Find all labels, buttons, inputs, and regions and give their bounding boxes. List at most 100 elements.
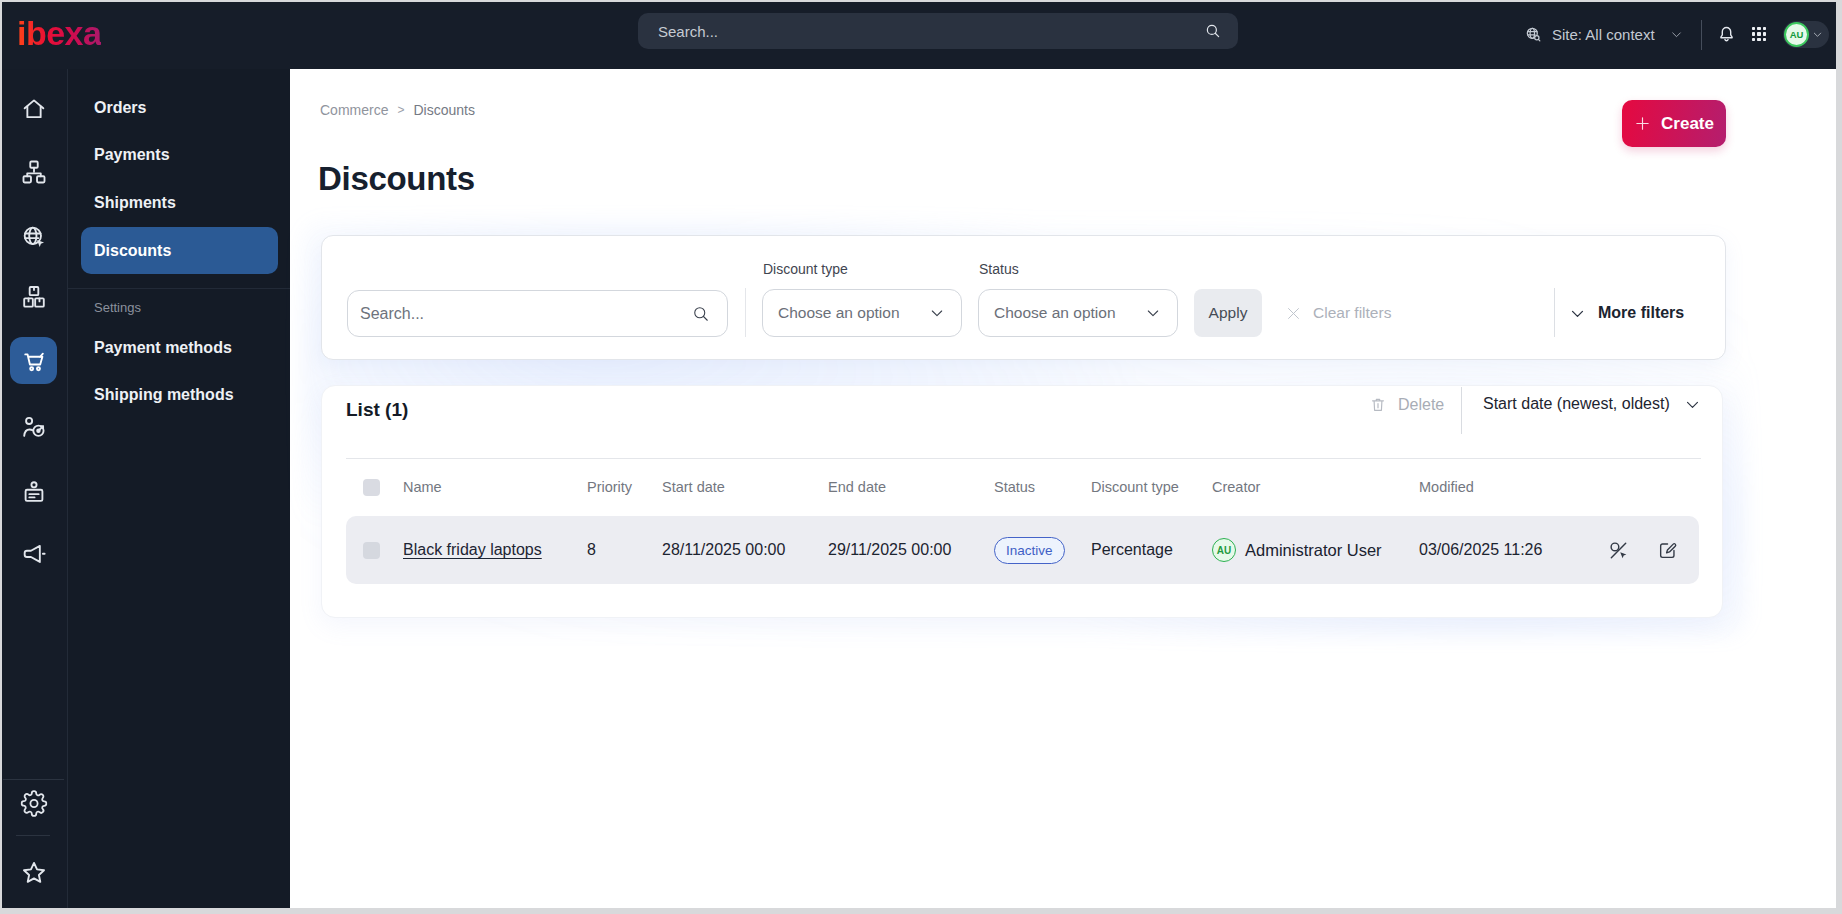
plus-icon bbox=[1634, 115, 1651, 132]
rail-divider bbox=[3, 779, 64, 780]
ibexa-logo[interactable]: ibexa bbox=[17, 14, 101, 53]
page-title: Discounts bbox=[318, 160, 475, 198]
filters-card: Discount type Choose an option Status Ch… bbox=[321, 235, 1726, 360]
sidebar-section-divider bbox=[68, 288, 291, 289]
filter-divider bbox=[745, 288, 746, 337]
col-name: Name bbox=[403, 479, 587, 495]
more-filters-divider bbox=[1554, 288, 1555, 337]
chevron-down-icon bbox=[1684, 396, 1701, 413]
table-header: Name Priority Start date End date Status… bbox=[346, 473, 1701, 501]
packages-icon[interactable] bbox=[20, 283, 48, 311]
discount-type-label: Discount type bbox=[763, 261, 848, 277]
col-priority: Priority bbox=[587, 479, 662, 495]
site-context-label: Site: All context bbox=[1552, 26, 1655, 43]
end-date-value: 29/11/2025 00:00 bbox=[828, 541, 994, 559]
corporate-icon[interactable] bbox=[20, 479, 48, 507]
col-discount-type: Discount type bbox=[1091, 479, 1212, 495]
discount-type-value: Percentage bbox=[1091, 541, 1212, 559]
sidebar-section-label: Settings bbox=[94, 300, 141, 315]
window-frame-top bbox=[0, 0, 1842, 2]
col-start-date: Start date bbox=[662, 479, 828, 495]
status-select[interactable]: Choose an option bbox=[978, 289, 1178, 337]
chevron-down-icon bbox=[1569, 305, 1586, 322]
discount-name-link[interactable]: Black friday laptops bbox=[403, 541, 542, 558]
topbar: ibexa Site: All context AU bbox=[0, 0, 1842, 69]
sidebar-item-payment-methods[interactable]: Payment methods bbox=[68, 331, 291, 365]
sitemap-icon[interactable] bbox=[20, 158, 48, 186]
clear-filters-button[interactable]: Clear filters bbox=[1285, 289, 1391, 337]
bookmarks-star-icon[interactable] bbox=[20, 859, 48, 887]
sidebar-item-discounts[interactable]: Discounts bbox=[81, 227, 278, 274]
delete-button[interactable]: Delete bbox=[1368, 395, 1444, 415]
row-actions bbox=[1607, 539, 1699, 562]
filter-search[interactable] bbox=[347, 290, 728, 337]
sidebar-panel: Orders Payments Shipments Discounts Sett… bbox=[67, 69, 290, 908]
col-end-date: End date bbox=[828, 479, 994, 495]
site-context-switcher[interactable]: Site: All context bbox=[1524, 0, 1683, 69]
rail-divider-short bbox=[16, 835, 50, 836]
create-button[interactable]: Create bbox=[1622, 100, 1726, 147]
global-search-input[interactable] bbox=[658, 23, 1204, 40]
table-row: Black friday laptops 8 28/11/2025 00:00 … bbox=[346, 516, 1699, 584]
apps-grid-icon[interactable] bbox=[1752, 27, 1766, 41]
chevron-down-icon bbox=[929, 305, 945, 321]
globe-cursor-icon[interactable] bbox=[20, 223, 48, 251]
status-label: Status bbox=[979, 261, 1019, 277]
modified-value: 03/06/2025 11:26 bbox=[1419, 541, 1591, 559]
col-creator: Creator bbox=[1212, 479, 1419, 495]
global-search[interactable] bbox=[638, 13, 1238, 49]
creator-cell: AU Administrator User bbox=[1212, 538, 1419, 562]
breadcrumb-commerce[interactable]: Commerce bbox=[320, 102, 388, 118]
creator-avatar: AU bbox=[1212, 538, 1236, 562]
trash-icon bbox=[1368, 395, 1388, 415]
personalization-icon[interactable] bbox=[20, 413, 48, 441]
breadcrumb-separator: > bbox=[397, 103, 404, 117]
start-date-value: 28/11/2025 00:00 bbox=[662, 541, 828, 559]
sidebar-item-shipments[interactable]: Shipments bbox=[68, 186, 291, 220]
topbar-divider bbox=[1701, 20, 1702, 50]
close-icon bbox=[1285, 305, 1302, 322]
sidebar-item-shipping-methods[interactable]: Shipping methods bbox=[68, 378, 291, 412]
breadcrumb-discounts[interactable]: Discounts bbox=[413, 102, 474, 118]
window-frame-bottom bbox=[0, 908, 1842, 914]
breadcrumb: Commerce > Discounts bbox=[320, 102, 475, 118]
chevron-down-icon bbox=[1145, 305, 1161, 321]
chevron-down-icon bbox=[1670, 28, 1683, 41]
chevron-down-icon bbox=[1812, 29, 1823, 40]
avatar: AU bbox=[1784, 22, 1809, 47]
apply-button[interactable]: Apply bbox=[1194, 289, 1262, 337]
priority-value: 8 bbox=[587, 541, 662, 559]
list-title: List (1) bbox=[346, 399, 408, 421]
window-frame-left bbox=[0, 0, 2, 914]
sort-dropdown[interactable]: Start date (newest, oldest) bbox=[1483, 395, 1701, 413]
sidebar-item-orders[interactable]: Orders bbox=[68, 91, 291, 125]
user-menu[interactable]: AU bbox=[1783, 21, 1829, 48]
settings-gear-icon[interactable] bbox=[20, 790, 47, 817]
select-all-checkbox[interactable] bbox=[363, 479, 380, 496]
edit-icon[interactable] bbox=[1657, 539, 1679, 561]
globe-search-icon bbox=[1524, 25, 1543, 44]
search-icon bbox=[1204, 22, 1222, 40]
main-content: Commerce > Discounts Create Discounts Di… bbox=[290, 69, 1836, 908]
col-status: Status bbox=[994, 479, 1091, 495]
cart-icon[interactable] bbox=[20, 348, 48, 376]
sidebar-rail bbox=[0, 69, 67, 908]
search-icon bbox=[691, 304, 711, 324]
discount-type-select[interactable]: Choose an option bbox=[762, 289, 962, 337]
list-card: List (1) Delete Start date (newest, olde… bbox=[321, 385, 1723, 618]
row-checkbox[interactable] bbox=[363, 542, 380, 559]
more-filters-button[interactable]: More filters bbox=[1569, 289, 1684, 337]
status-badge: Inactive bbox=[994, 537, 1065, 564]
home-icon[interactable] bbox=[20, 95, 48, 123]
creator-name: Administrator User bbox=[1245, 541, 1382, 560]
window-frame-right bbox=[1836, 0, 1842, 914]
table-divider bbox=[346, 458, 1701, 459]
filter-search-input[interactable] bbox=[360, 305, 691, 323]
notifications-bell-icon[interactable] bbox=[1716, 24, 1737, 45]
col-modified: Modified bbox=[1419, 479, 1591, 495]
megaphone-icon[interactable] bbox=[20, 540, 48, 568]
app: ibexa Site: All context AU bbox=[0, 0, 1842, 914]
sort-divider bbox=[1461, 387, 1462, 434]
deactivate-codes-icon[interactable] bbox=[1607, 539, 1630, 562]
sidebar-item-payments[interactable]: Payments bbox=[68, 138, 291, 172]
